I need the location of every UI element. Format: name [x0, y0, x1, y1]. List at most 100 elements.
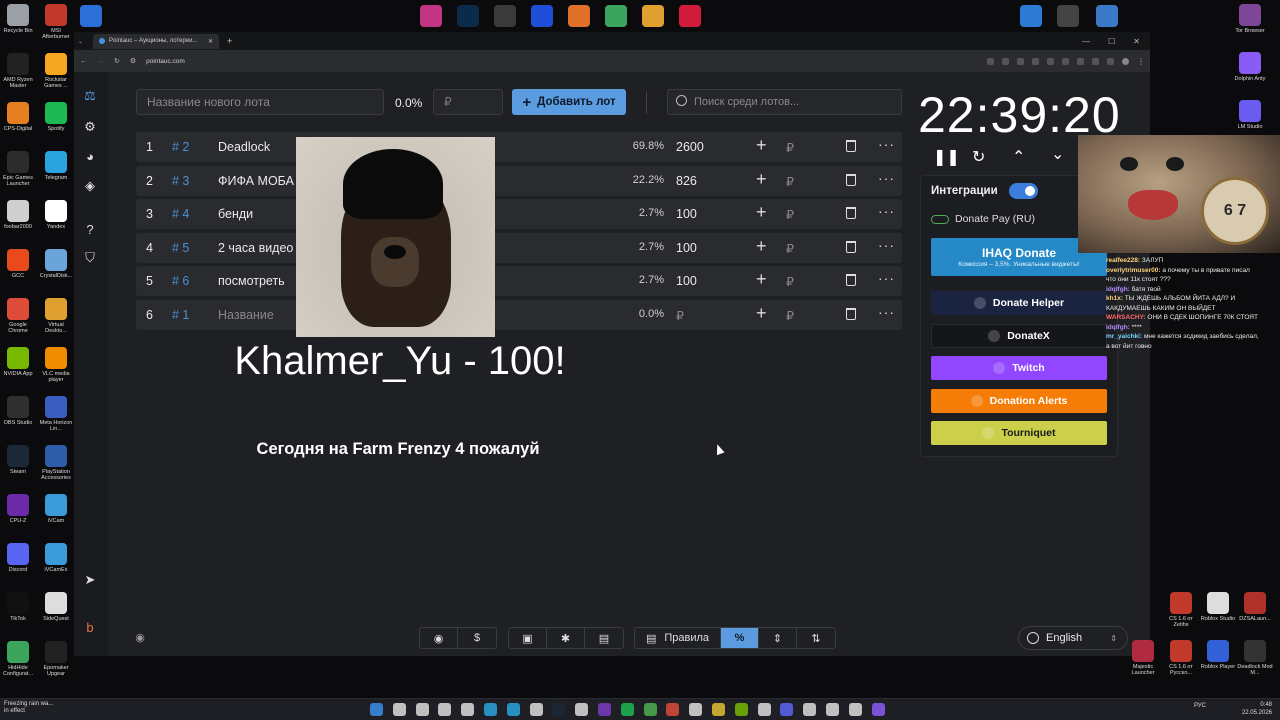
- help-icon[interactable]: ?: [82, 222, 98, 238]
- add-amount-icon[interactable]: +: [756, 135, 767, 156]
- menu-icon[interactable]: ⋮: [1137, 57, 1145, 65]
- more-options-icon[interactable]: ···: [878, 270, 895, 286]
- gavel-icon[interactable]: ⚖: [82, 88, 98, 104]
- app-icon[interactable]: [1057, 5, 1079, 27]
- python-icon[interactable]: [1096, 5, 1118, 27]
- desktop-shortcut[interactable]: Steam: [0, 445, 36, 475]
- desktop-shortcut[interactable]: Telegram: [38, 151, 74, 181]
- extension-icon[interactable]: [1047, 57, 1054, 65]
- app-icon[interactable]: [80, 5, 102, 27]
- desktop-shortcut[interactable]: iVCamEx: [38, 543, 74, 573]
- maximize-icon[interactable]: ☐: [1108, 37, 1115, 46]
- chevron-down-icon[interactable]: ⌄: [1051, 144, 1064, 164]
- desktop-shortcut[interactable]: MSI Afterburner: [38, 4, 74, 40]
- add-amount-icon[interactable]: +: [756, 236, 767, 257]
- taskbar-app-icon[interactable]: [780, 703, 794, 716]
- history-button[interactable]: ▤: [585, 628, 623, 648]
- add-amount-icon[interactable]: +: [756, 202, 767, 223]
- taskbar-app-icon[interactable]: [484, 703, 497, 716]
- desktop-shortcut[interactable]: PlayStation Accessories: [38, 445, 74, 481]
- desktop-shortcut[interactable]: CPU-Z: [0, 494, 36, 524]
- lot-name[interactable]: посмотреть: [218, 274, 285, 288]
- desktop-shortcut[interactable]: CrystalDisk...: [38, 249, 74, 279]
- desktop-shortcut[interactable]: HidHide Configurat...: [0, 641, 36, 677]
- lot-name[interactable]: бенди: [218, 207, 253, 221]
- more-options-icon[interactable]: ···: [878, 170, 895, 186]
- close-tab-icon[interactable]: ✕: [208, 38, 213, 45]
- url-field[interactable]: pointauc.com: [146, 58, 185, 65]
- bug-button[interactable]: ✱: [547, 628, 585, 648]
- chevron-up-icon[interactable]: ⌃: [1012, 147, 1025, 167]
- integration-button-donate-helper[interactable]: Donate Helper: [931, 291, 1107, 315]
- desktop-shortcut[interactable]: Roblox Studio: [1200, 592, 1236, 622]
- taskbar-app-icon[interactable]: [643, 703, 657, 716]
- taskbar-app-icon[interactable]: [529, 703, 543, 716]
- taskbar-app-icon[interactable]: [392, 703, 406, 716]
- add-amount-input[interactable]: ₽: [786, 274, 794, 289]
- trash-icon[interactable]: [846, 274, 856, 287]
- taskbar-app-icon[interactable]: [438, 703, 452, 716]
- rules-button[interactable]: ▤ Правила: [635, 628, 721, 648]
- trash-icon[interactable]: [846, 173, 856, 186]
- app-icon[interactable]: [531, 5, 553, 27]
- github-button[interactable]: ◉: [420, 628, 458, 648]
- extension-icon[interactable]: [1107, 57, 1114, 65]
- add-amount-input[interactable]: ₽: [786, 140, 794, 155]
- tab-search-icon[interactable]: ⌄: [78, 38, 83, 45]
- extension-icon[interactable]: [987, 57, 994, 65]
- browser-tab[interactable]: Pointauc – Аукционы, лотереи... ✕: [93, 33, 220, 49]
- desktop-shortcut[interactable]: SideQuest: [38, 592, 74, 622]
- weather-widget[interactable]: Freezing rain wa... in effect: [4, 701, 53, 715]
- desktop-shortcut[interactable]: DZSALaun...: [1237, 592, 1273, 622]
- new-lot-amount-input[interactable]: ₽: [433, 89, 503, 115]
- taskbar-app-icon[interactable]: [552, 703, 566, 716]
- desktop-shortcut[interactable]: Yandex: [38, 200, 74, 230]
- new-tab-icon[interactable]: +: [227, 36, 232, 46]
- trash-icon[interactable]: [846, 308, 856, 320]
- add-amount-input[interactable]: ₽: [786, 241, 794, 256]
- taskbar-app-icon[interactable]: [370, 703, 383, 716]
- app-icon[interactable]: [494, 5, 516, 27]
- lot-amount[interactable]: 100: [676, 241, 697, 255]
- compact-button[interactable]: ⇕: [759, 628, 797, 648]
- visibility-icon[interactable]: ◉: [132, 630, 148, 646]
- more-options-icon[interactable]: ···: [878, 304, 895, 320]
- taskbar-app-icon[interactable]: [826, 703, 839, 716]
- lot-amount[interactable]: ₽: [676, 308, 684, 323]
- desktop-shortcut[interactable]: CS 1.6 от Русско...: [1163, 640, 1199, 676]
- add-amount-input[interactable]: ₽: [786, 174, 794, 189]
- pie-chart-icon[interactable]: ◕: [82, 149, 98, 165]
- taskbar-app-icon[interactable]: [712, 703, 725, 716]
- taskbar-app-icon[interactable]: [689, 703, 703, 716]
- site-info-icon[interactable]: ⚙: [130, 57, 136, 65]
- desktop-shortcut[interactable]: Epic Games Launcher: [0, 151, 36, 187]
- integrations-toggle[interactable]: [1009, 183, 1038, 199]
- extension-icon[interactable]: [1092, 57, 1099, 65]
- desktop-shortcut[interactable]: Epomaker Upgear: [38, 641, 74, 677]
- save-button[interactable]: ▣: [509, 628, 547, 648]
- boosty-icon[interactable]: b: [82, 620, 98, 636]
- language-select[interactable]: English ⇕: [1018, 626, 1128, 650]
- extension-icon[interactable]: [1002, 57, 1009, 65]
- lot-amount[interactable]: 100: [676, 207, 697, 221]
- reload-icon[interactable]: ↻: [114, 57, 120, 65]
- profile-icon[interactable]: [1122, 57, 1129, 65]
- taskbar-app-icon[interactable]: [757, 703, 771, 716]
- integration-button-twitch[interactable]: Twitch: [931, 356, 1107, 380]
- lot-id-link[interactable]: # 6: [172, 274, 189, 288]
- desktop-shortcut[interactable]: Deadlock Mod M...: [1237, 640, 1273, 676]
- add-amount-icon[interactable]: +: [756, 303, 767, 324]
- close-icon[interactable]: ✕: [1133, 37, 1140, 46]
- app-icon[interactable]: [679, 5, 701, 27]
- new-lot-input[interactable]: Название нового лота: [136, 89, 384, 115]
- desktop-shortcut[interactable]: CS 1.6 от Zetihs: [1163, 592, 1199, 628]
- desktop-shortcut[interactable]: LM Studio: [1232, 100, 1268, 130]
- desktop-shortcut[interactable]: Rockstar Games ...: [38, 53, 74, 89]
- restart-icon[interactable]: ↻: [972, 147, 985, 167]
- extension-icon[interactable]: [1062, 57, 1069, 65]
- extension-icon[interactable]: [1077, 57, 1084, 65]
- desktop-shortcut[interactable]: Virtual Deskto...: [38, 298, 74, 334]
- lot-name[interactable]: Deadlock: [218, 140, 270, 154]
- settings-icon[interactable]: ⚙: [82, 119, 98, 135]
- taskbar-app-icon[interactable]: [848, 703, 862, 716]
